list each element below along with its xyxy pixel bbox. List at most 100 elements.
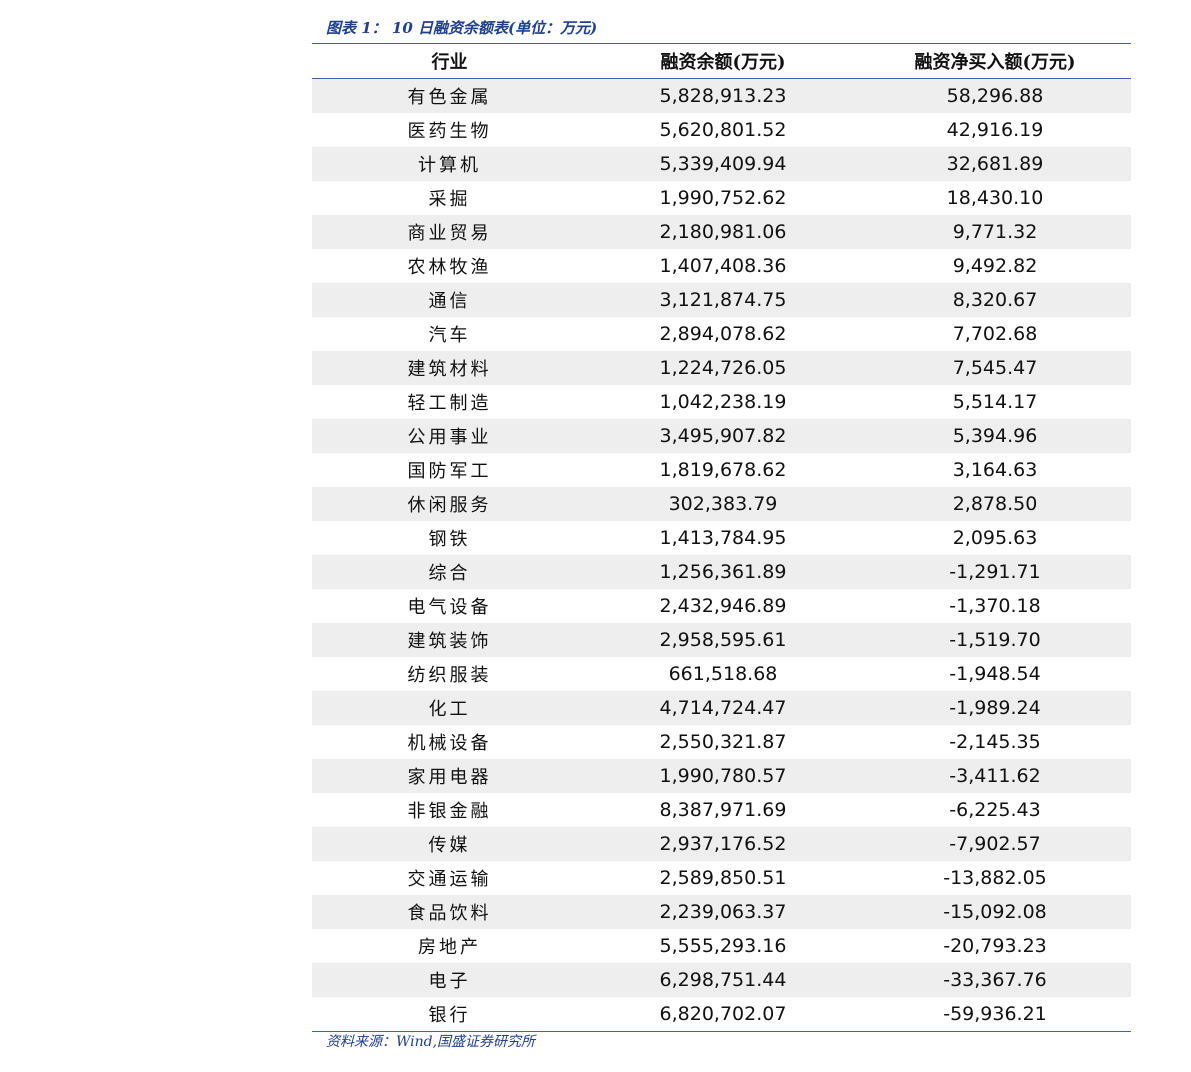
- cell-net-buy: 2,095.63: [952, 527, 1038, 549]
- financing-balance-table: 行业 融资余额(万元) 融资净买入额(万元) 有色金属 5,828,913.23 5…: [312, 44, 1131, 1032]
- table-row: 有色金属 5,828,913.23 58,296.88: [312, 78, 1131, 113]
- cell-net-buy: -59,936.21: [859, 997, 1131, 1032]
- cell-net-buy: -1,948.54: [949, 663, 1041, 685]
- cell-industry: 电子: [312, 963, 587, 997]
- table-row: 交通运输 2,589,850.51 -13,882.05: [312, 861, 1131, 895]
- cell-net-buy: -20,793.23: [943, 935, 1047, 957]
- cell-balance: 1,256,361.89: [587, 555, 859, 589]
- table-row: 建筑装饰 2,958,595.61 -1,519.70: [312, 623, 1131, 657]
- cell-industry: 采掘: [428, 189, 471, 210]
- cell-net-buy: 42,916.19: [946, 119, 1044, 141]
- cell-balance: 661,518.68: [668, 663, 778, 685]
- cell-industry: 公用事业: [312, 419, 587, 453]
- cell-balance: 302,383.79: [587, 487, 859, 521]
- cell-industry: 农林牧渔: [407, 257, 492, 278]
- cell-net-buy: -33,367.76: [859, 963, 1131, 997]
- cell-balance: 1,413,784.95: [659, 527, 787, 549]
- source-note: 资料来源：Wind,国盛证券研究所: [326, 1034, 536, 1050]
- cell-net-buy: 18,430.10: [946, 187, 1044, 209]
- cell-balance: 8,387,971.69: [659, 799, 787, 821]
- cell-industry: 国防军工: [407, 461, 492, 482]
- cell-balance: 6,298,751.44: [587, 963, 859, 997]
- table-row: 传媒 2,937,176.52 -7,902.57: [312, 827, 1131, 861]
- cell-balance: 6,820,702.07: [587, 997, 859, 1032]
- column-header-industry: 行业: [312, 44, 587, 79]
- cell-balance: 1,990,780.57: [587, 759, 859, 793]
- cell-net-buy: -1,370.18: [949, 595, 1041, 617]
- cell-net-buy: -7,902.57: [859, 827, 1131, 861]
- cell-industry: 食品饮料: [312, 895, 587, 929]
- cell-net-buy: -1,519.70: [859, 623, 1131, 657]
- cell-net-buy: -1,291.71: [859, 555, 1131, 589]
- cell-balance: 3,495,907.82: [587, 419, 859, 453]
- cell-industry: 商业贸易: [312, 215, 587, 249]
- cell-balance: 2,589,850.51: [659, 867, 787, 889]
- cell-balance: 1,819,678.62: [659, 459, 787, 481]
- table-row: 纺织服装 661,518.68 -1,948.54: [312, 657, 1131, 691]
- cell-net-buy: 32,681.89: [859, 147, 1131, 181]
- table-caption: 图表 1： 10 日融资余额表(单位：万元): [312, 12, 1131, 44]
- cell-balance: 5,828,913.23: [587, 78, 859, 113]
- cell-balance: 2,432,946.89: [659, 595, 787, 617]
- table-row: 通信 3,121,874.75 8,320.67: [312, 283, 1131, 317]
- cell-industry: 机械设备: [407, 733, 492, 754]
- table-row: 食品饮料 2,239,063.37 -15,092.08: [312, 895, 1131, 929]
- cell-industry: 医药生物: [407, 121, 492, 142]
- table-row: 汽车 2,894,078.62 7,702.68: [312, 317, 1131, 351]
- cell-net-buy: 5,514.17: [952, 391, 1038, 413]
- cell-industry: 化工: [312, 691, 587, 725]
- cell-balance: 2,937,176.52: [587, 827, 859, 861]
- table-row: 电气设备 2,432,946.89 -1,370.18: [312, 589, 1131, 623]
- table-row: 公用事业 3,495,907.82 5,394.96: [312, 419, 1131, 453]
- cell-net-buy: -2,145.35: [949, 731, 1041, 753]
- table-row: 采掘 1,990,752.62 18,430.10: [312, 181, 1131, 215]
- cell-balance: 5,620,801.52: [659, 119, 787, 141]
- cell-balance: 2,239,063.37: [587, 895, 859, 929]
- cell-industry: 非银金融: [407, 801, 492, 822]
- cell-balance: 5,555,293.16: [659, 935, 787, 957]
- cell-net-buy: 58,296.88: [859, 78, 1131, 113]
- cell-net-buy: -13,882.05: [943, 867, 1047, 889]
- cell-net-buy: -6,225.43: [949, 799, 1041, 821]
- table-row: 电子 6,298,751.44 -33,367.76: [312, 963, 1131, 997]
- cell-industry: 纺织服装: [407, 665, 492, 686]
- table-body: 有色金属 5,828,913.23 58,296.88 医药生物 5,620,801.5…: [312, 78, 1131, 1032]
- table-row: 房地产 5,555,293.16 -20,793.23: [312, 929, 1131, 963]
- cell-balance: 2,550,321.87: [659, 731, 787, 753]
- cell-net-buy: 3,164.63: [952, 459, 1038, 481]
- cell-balance: 4,714,724.47: [587, 691, 859, 725]
- table-row: 综合 1,256,361.89 -1,291.71: [312, 555, 1131, 589]
- table-row: 国防军工 1,819,678.62 3,164.63: [312, 453, 1131, 487]
- table-row: 钢铁 1,413,784.95 2,095.63: [312, 521, 1131, 555]
- cell-industry: 交通运输: [407, 869, 492, 890]
- cell-industry: 传媒: [312, 827, 587, 861]
- cell-industry: 钢铁: [428, 529, 471, 550]
- cell-industry: 银行: [312, 997, 587, 1032]
- cell-balance: 1,224,726.05: [587, 351, 859, 385]
- header-row: 行业 融资余额(万元) 融资净买入额(万元): [312, 44, 1131, 79]
- cell-industry: 轻工制造: [407, 393, 492, 414]
- table-row: 轻工制造 1,042,238.19 5,514.17: [312, 385, 1131, 419]
- cell-net-buy: 5,394.96: [859, 419, 1131, 453]
- cell-industry: 汽车: [428, 325, 471, 346]
- table-row: 家用电器 1,990,780.57 -3,411.62: [312, 759, 1131, 793]
- cell-industry: 建筑装饰: [312, 623, 587, 657]
- cell-net-buy: 9,492.82: [952, 255, 1038, 277]
- table-row: 化工 4,714,724.47 -1,989.24: [312, 691, 1131, 725]
- column-header-net-buy: 融资净买入额(万元): [859, 44, 1131, 79]
- cell-net-buy: -1,989.24: [859, 691, 1131, 725]
- cell-net-buy: 9,771.32: [859, 215, 1131, 249]
- cell-balance: 2,958,595.61: [587, 623, 859, 657]
- cell-balance: 2,894,078.62: [659, 323, 787, 345]
- cell-industry: 有色金属: [312, 78, 587, 113]
- cell-balance: 5,339,409.94: [587, 147, 859, 181]
- cell-industry: 家用电器: [312, 759, 587, 793]
- table-row: 农林牧渔 1,407,408.36 9,492.82: [312, 249, 1131, 283]
- table-row: 医药生物 5,620,801.52 42,916.19: [312, 113, 1131, 147]
- cell-balance: 3,121,874.75: [587, 283, 859, 317]
- table-row: 休闲服务 302,383.79 2,878.50: [312, 487, 1131, 521]
- table-row: 机械设备 2,550,321.87 -2,145.35: [312, 725, 1131, 759]
- cell-industry: 计算机: [312, 147, 587, 181]
- cell-net-buy: 7,545.47: [859, 351, 1131, 385]
- cell-balance: 2,180,981.06: [587, 215, 859, 249]
